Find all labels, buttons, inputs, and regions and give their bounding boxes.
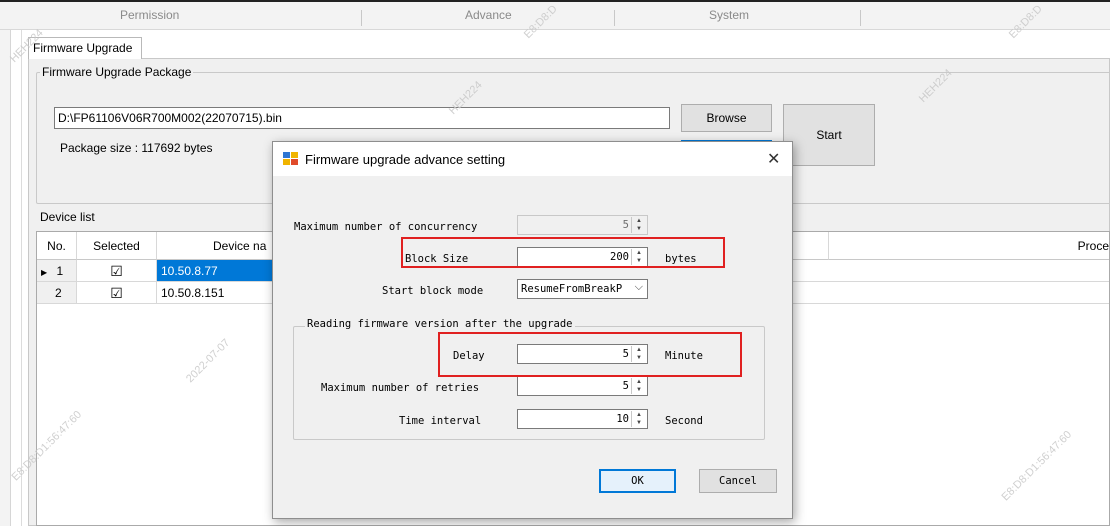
- start-block-mode-label: Start block mode: [382, 285, 484, 297]
- device-list-label: Device list: [40, 210, 95, 224]
- table-row[interactable]: ▶ 1: [37, 260, 77, 282]
- tab-advance[interactable]: Advance: [465, 8, 512, 22]
- tab-permission[interactable]: Permission: [120, 8, 179, 22]
- time-interval-value: 10: [616, 413, 629, 425]
- package-path-field[interactable]: D:\FP61106V06R700M002(22070715).bin: [54, 107, 670, 129]
- max-retries-label: Maximum number of retries: [321, 382, 480, 394]
- tab-firmware-upgrade[interactable]: Firmware Upgrade: [28, 37, 142, 59]
- start-block-mode-select[interactable]: ResumeFromBreakP ⌵: [517, 279, 648, 299]
- max-concurrency-label: Maximum number of concurrency: [294, 221, 478, 233]
- spinner-arrows-icon[interactable]: ▲ ▼: [631, 411, 646, 427]
- cancel-button[interactable]: Cancel: [699, 469, 777, 493]
- chevron-down-icon[interactable]: ⌵: [635, 281, 643, 294]
- col-header-progress[interactable]: Proce: [829, 232, 1109, 260]
- browse-button[interactable]: Browse: [681, 104, 772, 132]
- reading-firmware-group-label: Reading firmware version after the upgra…: [305, 318, 575, 330]
- start-block-mode-value: ResumeFromBreakP: [521, 283, 623, 295]
- tab-separator: [860, 10, 861, 26]
- col-header-selected[interactable]: Selected: [77, 232, 157, 260]
- row-number: 2: [55, 286, 62, 300]
- max-concurrency-value: 5: [622, 219, 629, 231]
- row-number: 1: [56, 264, 64, 278]
- tab-separator: [361, 10, 362, 26]
- max-concurrency-spinner[interactable]: 5 ▲ ▼: [517, 215, 648, 235]
- start-button[interactable]: Start: [783, 104, 875, 166]
- dialog-title: Firmware upgrade advance setting: [305, 152, 506, 167]
- highlight-box-delay: [438, 332, 742, 377]
- selected-checkbox[interactable]: ☑: [77, 282, 157, 304]
- close-icon[interactable]: ✕: [767, 149, 780, 169]
- col-header-no[interactable]: No.: [37, 232, 77, 260]
- spinner-arrows-icon[interactable]: ▲ ▼: [631, 378, 646, 394]
- selected-checkbox[interactable]: ☑: [77, 260, 157, 282]
- table-row[interactable]: 2: [37, 282, 77, 304]
- time-interval-label: Time interval: [399, 415, 482, 427]
- max-retries-value: 5: [622, 380, 629, 392]
- app-window-icon: [283, 152, 299, 166]
- time-interval-spinner[interactable]: 10 ▲ ▼: [517, 409, 648, 429]
- spinner-arrows-icon[interactable]: ▲ ▼: [631, 217, 646, 233]
- left-rail: [0, 30, 11, 526]
- highlight-box-block-size: [401, 237, 725, 268]
- advance-setting-dialog: Firmware upgrade advance setting ✕ Maxim…: [272, 141, 793, 519]
- max-retries-spinner[interactable]: 5 ▲ ▼: [517, 376, 648, 396]
- ok-button[interactable]: OK: [599, 469, 676, 493]
- tab-separator: [614, 10, 615, 26]
- current-row-marker: ▶: [41, 268, 48, 277]
- left-divider: [21, 30, 22, 526]
- package-size-text: Package size : 117692 bytes: [60, 141, 213, 155]
- tab-system[interactable]: System: [709, 8, 749, 22]
- time-interval-unit: Second: [665, 415, 703, 427]
- package-group-label: Firmware Upgrade Package: [40, 65, 194, 79]
